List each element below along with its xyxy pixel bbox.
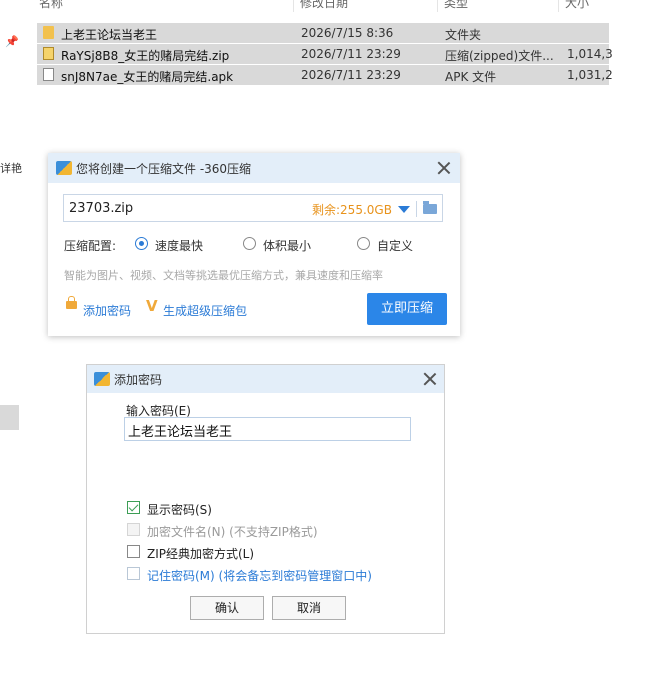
column-divider[interactable] [437,0,438,12]
compress-dialog-titlebar[interactable]: 您将创建一个压缩文件 -360压缩 [48,153,460,183]
file-name: snJ8N7ae_女王的赌局完结.apk [61,70,234,84]
file-modified: 2026/7/11 23:29 [301,47,401,61]
compress-dialog: 您将创建一个压缩文件 -360压缩 23703.zip 剩余:255.0GB 压… [48,153,460,336]
column-header-size[interactable]: 大小 [565,0,589,11]
file-type: 文件夹 [445,28,482,42]
file-size: 1,014,3 [567,47,613,61]
file-row-folder[interactable]: 上老王论坛当老王 2026/7/15 8:36 文件夹 [37,23,609,43]
zip-icon [43,47,54,60]
divider [416,201,417,217]
lock-icon[interactable] [66,296,77,309]
encrypt-filenames-label: 加密文件名(N) (不支持ZIP格式) [147,525,318,539]
add-password-link[interactable]: 添加密码 [83,302,131,319]
password-dialog-title: 添加密码 [114,373,163,387]
file-name: 上老王论坛当老王 [61,28,158,42]
compress-config-label: 压缩配置: [64,239,117,253]
show-password-checkbox[interactable] [127,501,140,514]
free-space-label: 剩余:255.0GB [312,203,392,217]
compress-hint: 智能为图片、视频、文档等挑选最优压缩方式，兼具速度和压缩率 [64,269,383,282]
file-name: RaYSj8B8_女王的赌局完结.zip [61,49,230,63]
file-size: 1,031,2 [567,68,613,82]
encrypt-filenames-checkbox [127,523,140,536]
column-divider[interactable] [293,0,294,12]
file-type: 压缩(zipped)文件... [445,49,554,63]
password-dialog-titlebar[interactable]: 添加密码 [87,365,444,393]
show-password-label[interactable]: 显示密码(S) [147,501,212,518]
360zip-app-icon [94,372,110,386]
super-pack-icon[interactable]: V [146,297,158,315]
file-row-zip[interactable]: RaYSj8B8_女王的赌局完结.zip 2026/7/11 23:29 压缩(… [37,44,613,64]
apk-file-icon [43,68,54,81]
chevron-down-icon[interactable] [398,206,410,213]
password-dialog: 添加密码 输入密码(E) 上老王论坛当老王 显示密码(S) 加密文件名(N) (… [86,364,445,634]
radio-custom[interactable] [357,237,370,250]
browse-folder-icon[interactable] [423,201,437,214]
file-row-apk[interactable]: snJ8N7ae_女王的赌局完结.apk 2026/7/11 23:29 APK… [37,65,613,85]
360zip-app-icon [56,161,72,175]
remember-password-label[interactable]: 记住密码(M) (将会备忘到密码管理窗口中) [147,567,372,584]
file-type: APK 文件 [445,70,497,84]
archive-path-field[interactable]: 23703.zip 剩余:255.0GB [63,194,443,222]
column-header-type[interactable]: 类型 [444,0,468,11]
nav-pane-selection[interactable] [0,405,19,430]
file-modified: 2026/7/11 23:29 [301,68,401,82]
radio-custom-label[interactable]: 自定义 [377,237,413,254]
radio-smallest[interactable] [243,237,256,250]
column-header-name[interactable]: 名称 [39,0,63,11]
radio-fastest-label[interactable]: 速度最快 [155,237,203,254]
zip-classic-encryption-label[interactable]: ZIP经典加密方式(L) [147,545,254,562]
radio-fastest[interactable] [135,237,148,250]
zip-classic-encryption-checkbox[interactable] [127,545,140,558]
cancel-button[interactable]: 取消 [272,596,346,620]
column-divider[interactable] [558,0,559,12]
compress-now-button[interactable]: 立即压缩 [367,293,447,325]
close-icon[interactable] [437,161,451,175]
remember-password-checkbox[interactable] [127,567,140,580]
navigation-pane: 📌 详艳 [0,0,22,683]
archive-filename[interactable]: 23703.zip [69,201,133,216]
radio-smallest-label[interactable]: 体积最小 [263,237,311,254]
super-pack-link[interactable]: 生成超级压缩包 [163,302,247,319]
password-input[interactable]: 上老王论坛当老王 [124,417,411,441]
folder-icon [43,26,54,39]
column-header-modified[interactable]: 修改日期 [300,0,348,11]
pin-icon[interactable]: 📌 [5,35,19,48]
confirm-button[interactable]: 确认 [190,596,264,620]
nav-pane-truncated-text: 详艳 [0,162,22,175]
close-icon[interactable] [423,372,437,386]
file-modified: 2026/7/15 8:36 [301,26,394,40]
compress-dialog-title: 您将创建一个压缩文件 -360压缩 [76,162,252,176]
